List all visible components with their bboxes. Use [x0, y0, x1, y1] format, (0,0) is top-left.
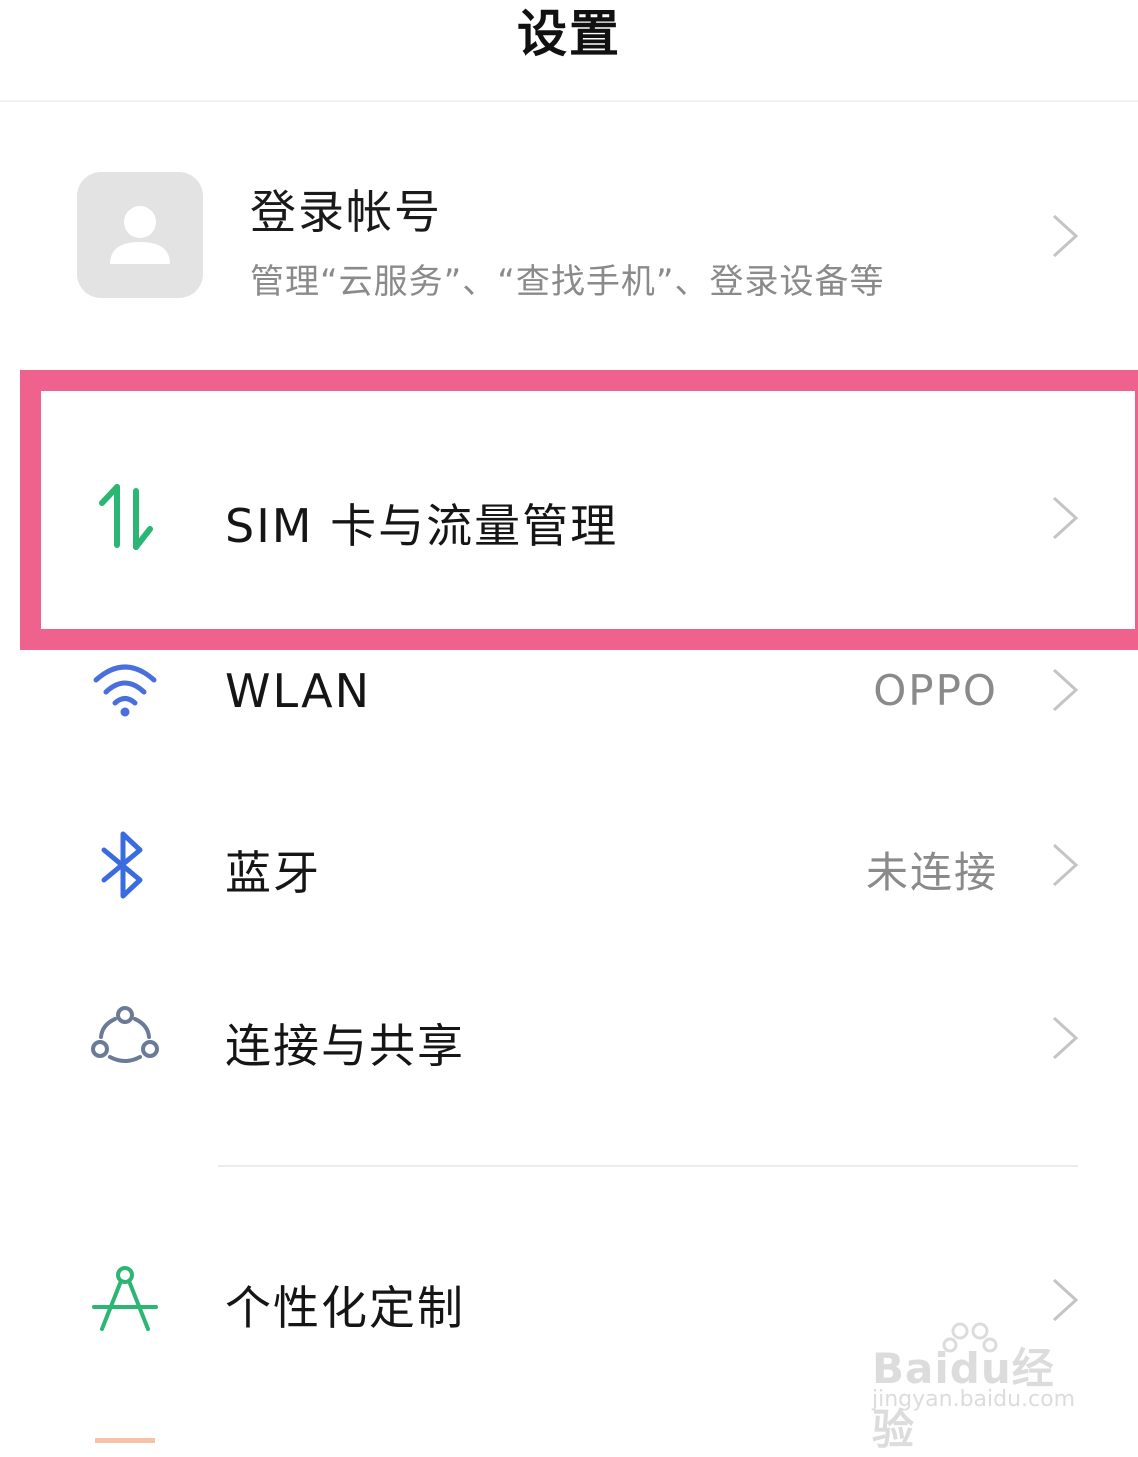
account-subtitle: 管理“云服务”、“查找手机”、登录设备等 [250, 262, 885, 302]
title-bar: 设置 [0, 0, 1138, 102]
bluetooth-status-value: 未连接 [865, 848, 998, 897]
page-title: 设置 [517, 5, 621, 63]
highlight-box [20, 370, 1138, 650]
settings-item-label: 个性化定制 [225, 1281, 465, 1335]
settings-item-label: WLAN [225, 664, 372, 718]
account-row[interactable]: 登录帐号 管理“云服务”、“查找手机”、登录设备等 [0, 140, 1138, 340]
account-title: 登录帐号 [250, 185, 442, 239]
chevron-right-icon [1052, 668, 1079, 712]
settings-item-bluetooth[interactable]: 蓝牙 未连接 [0, 795, 1138, 935]
avatar-placeholder-icon [77, 172, 203, 298]
chevron-right-icon [1052, 843, 1079, 887]
watermark-url: jingyan.baidu.com [872, 1387, 1076, 1412]
share-nodes-icon [91, 1006, 159, 1063]
settings-item-label: 蓝牙 [225, 846, 321, 900]
compass-icon [92, 1266, 158, 1331]
settings-item-label: 连接与共享 [225, 1019, 465, 1073]
next-item-icon-peek [95, 1438, 155, 1443]
chevron-right-icon [1052, 1016, 1079, 1060]
settings-item-wlan[interactable]: WLAN OPPO [0, 620, 1138, 760]
wifi-icon [93, 664, 157, 717]
settings-item-connection-sharing[interactable]: 连接与共享 [0, 968, 1138, 1108]
section-divider [218, 1165, 1078, 1167]
bluetooth-icon [101, 831, 143, 899]
wlan-network-value: OPPO [873, 666, 998, 715]
watermark: Baidu经验 jingyan.baidu.com [870, 1315, 1080, 1454]
chevron-right-icon [1052, 214, 1079, 258]
